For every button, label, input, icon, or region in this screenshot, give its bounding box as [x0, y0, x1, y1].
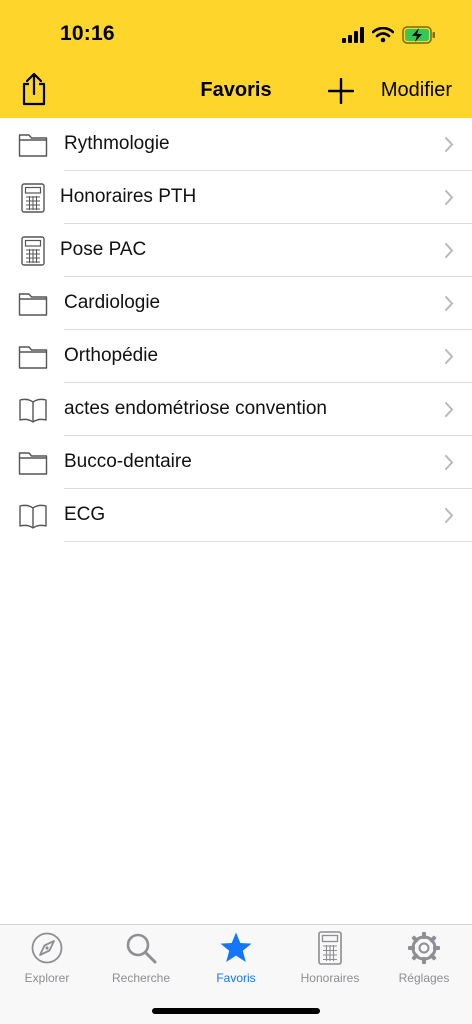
- compass-icon: [31, 932, 63, 964]
- list-item[interactable]: ECG: [0, 489, 472, 542]
- list-item-label: Bucco-dentaire: [64, 451, 192, 472]
- tab-label: Recherche: [111, 971, 171, 985]
- book-icon: [19, 504, 47, 529]
- tab-label: Réglages: [398, 971, 450, 985]
- status-icons: [342, 24, 436, 46]
- chevron-right-icon: [445, 296, 454, 311]
- list-item[interactable]: Honoraires PTH: [0, 171, 472, 224]
- folder-icon: [18, 293, 48, 316]
- tab-reglages[interactable]: Réglages: [377, 931, 471, 991]
- signal-icon: [342, 27, 364, 43]
- tab-label: Explorer: [24, 971, 70, 985]
- tab-honoraires[interactable]: Honoraires: [283, 931, 377, 991]
- favorites-list: Rythmologie Honoraires PTH Pose PAC Card…: [0, 118, 472, 542]
- chevron-right-icon: [445, 508, 454, 523]
- chevron-right-icon: [445, 243, 454, 258]
- chevron-right-icon: [445, 349, 454, 364]
- wifi-icon: [372, 27, 394, 43]
- chevron-right-icon: [445, 455, 454, 470]
- list-item[interactable]: actes endométriose convention: [0, 383, 472, 436]
- status-time: 10:16: [60, 22, 115, 45]
- list-item[interactable]: Orthopédie: [0, 330, 472, 383]
- tab-label: Honoraires: [300, 971, 360, 985]
- folder-icon: [18, 134, 48, 157]
- top-bar: 10:16 Favoris Modifier: [0, 0, 472, 118]
- calculator-icon: [21, 183, 45, 213]
- list-item-label: Rythmologie: [64, 133, 170, 154]
- home-indicator: [152, 1008, 320, 1014]
- list-item-label: Pose PAC: [60, 239, 147, 260]
- magnifier-icon: [126, 933, 157, 964]
- calculator-icon: [21, 236, 45, 266]
- book-icon: [19, 398, 47, 423]
- share-icon[interactable]: [20, 72, 48, 106]
- folder-icon: [18, 452, 48, 475]
- row-divider: [64, 541, 472, 542]
- chevron-right-icon: [445, 137, 454, 152]
- chevron-right-icon: [445, 402, 454, 417]
- list-item-label: Honoraires PTH: [60, 186, 197, 207]
- tab-explorer[interactable]: Explorer: [0, 931, 94, 991]
- add-icon[interactable]: [328, 78, 354, 104]
- list-item[interactable]: Cardiologie: [0, 277, 472, 330]
- list-item-label: Orthopédie: [64, 345, 159, 366]
- battery-icon: [402, 26, 435, 44]
- folder-icon: [18, 346, 48, 369]
- list-item[interactable]: Pose PAC: [0, 224, 472, 277]
- list-item[interactable]: Rythmologie: [0, 118, 472, 171]
- chevron-right-icon: [445, 190, 454, 205]
- list-item-label: ECG: [64, 504, 106, 525]
- list-item-label: Cardiologie: [64, 292, 161, 313]
- calculator-icon: [318, 931, 342, 965]
- tab-recherche[interactable]: Recherche: [94, 931, 188, 991]
- tab-favoris[interactable]: Favoris: [189, 931, 283, 991]
- list-item[interactable]: Bucco-dentaire: [0, 436, 472, 489]
- gear-icon: [408, 932, 440, 964]
- edit-button[interactable]: Modifier: [381, 79, 452, 102]
- list-item-label: actes endométriose convention: [64, 398, 327, 419]
- star-icon: [220, 932, 252, 962]
- tab-label: Favoris: [216, 971, 256, 985]
